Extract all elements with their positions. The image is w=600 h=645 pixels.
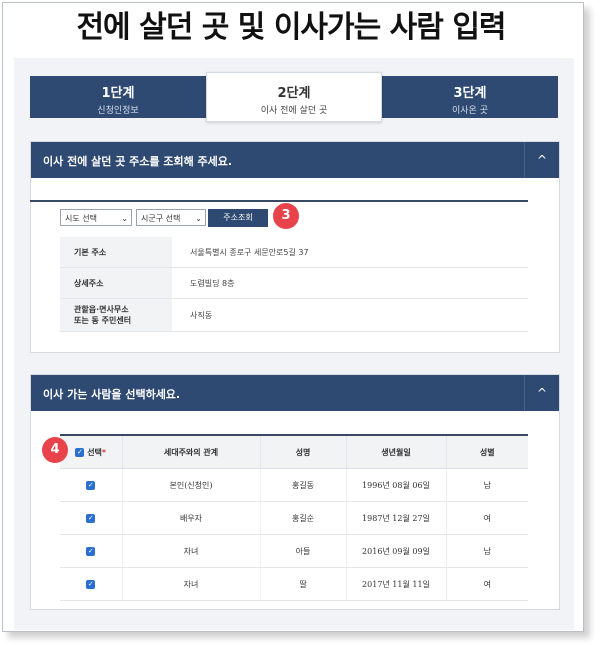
sigungu-select[interactable]: 시군구 선택 ⌄ xyxy=(136,209,206,226)
relation-cell: 배우자 xyxy=(122,501,261,535)
gender-cell: 여 xyxy=(446,567,528,601)
address-row-basic: 기본 주소 서울특별시 종로구 세문안로5길 37 xyxy=(60,237,528,268)
step-1-label: 신청인정보 xyxy=(97,106,139,116)
address-value: 사직동 xyxy=(190,310,213,320)
select-all-checkbox[interactable]: ✓ xyxy=(75,447,85,457)
table-row: ✓ 자녀 딸 2017년 11월 11일 여 xyxy=(60,567,528,601)
address-value: 도렴빌딩 8층 xyxy=(190,278,235,288)
people-table: ✓ 선택* 세대주와의 관계 성명 생년월일 성별 ✓ 본인(신청인) 홍길동 … xyxy=(60,434,528,601)
name-cell: 홍길동 xyxy=(260,468,347,502)
chevron-down-icon: ⌄ xyxy=(195,214,202,223)
gender-header: 성별 xyxy=(446,434,528,469)
sido-select-value: 시도 선택 xyxy=(65,214,97,223)
name-header: 성명 xyxy=(260,434,347,469)
name-cell: 홍길순 xyxy=(260,501,347,535)
address-row-detail: 상세주소 도렴빌딩 8층 xyxy=(60,268,528,299)
gender-cell: 남 xyxy=(446,534,528,568)
gender-cell: 남 xyxy=(446,468,528,502)
address-section-title: 이사 전에 살던 곳 주소를 조회해 주세요. xyxy=(43,155,233,168)
address-search-button[interactable]: 주소조회 xyxy=(208,209,268,227)
birth-cell: 1987년 12월 27일 xyxy=(346,501,447,535)
step-1-tab[interactable]: 1단계 신청인정보 xyxy=(30,76,206,118)
address-value: 서울특별시 종로구 세문안로5길 37 xyxy=(190,247,309,257)
table-row: ✓ 배우자 홍길순 1987년 12월 27일 여 xyxy=(60,501,528,535)
address-row-office: 관할읍·면사무소 또는 동 주민센터 사직동 xyxy=(60,299,528,332)
chevron-down-icon: ⌄ xyxy=(121,214,128,223)
collapse-chevron-icon[interactable]: ^ xyxy=(524,375,559,411)
birth-cell: 2017년 11월 11일 xyxy=(346,567,447,601)
row-checkbox[interactable]: ✓ xyxy=(86,480,96,490)
address-key-line2: 또는 동 주민센터 xyxy=(74,316,132,325)
step-2-number: 2단계 xyxy=(277,86,311,101)
name-cell: 아들 xyxy=(260,534,347,568)
relation-header: 세대주와의 관계 xyxy=(122,434,261,469)
step-indicator: 1단계 신청인정보 3단계 이사온 곳 2단계 이사 전에 살던 곳 xyxy=(30,72,558,122)
step-2-label: 이사 전에 살던 곳 xyxy=(260,106,328,116)
step-badge-3: 3 xyxy=(273,203,299,229)
required-mark: * xyxy=(101,447,107,457)
sido-select[interactable]: 시도 선택 ⌄ xyxy=(60,209,132,226)
relation-cell: 본인(신청인) xyxy=(122,468,261,502)
search-divider xyxy=(30,200,528,202)
sigungu-select-value: 시군구 선택 xyxy=(141,214,181,223)
row-checkbox[interactable]: ✓ xyxy=(86,546,96,556)
row-checkbox[interactable]: ✓ xyxy=(86,513,96,523)
address-section-header: 이사 전에 살던 곳 주소를 조회해 주세요. ^ xyxy=(31,142,559,178)
select-all-header[interactable]: ✓ 선택* xyxy=(60,434,123,469)
people-section-title: 이사 가는 사람을 선택하세요. xyxy=(43,388,181,401)
address-key-line1: 관할읍·면사무소 xyxy=(74,305,129,314)
collapse-chevron-icon[interactable]: ^ xyxy=(524,142,559,178)
address-key: 상세주소 xyxy=(60,268,172,298)
select-header-label: 선택 xyxy=(87,447,102,457)
birth-cell: 2016년 09월 09일 xyxy=(346,534,447,568)
birth-cell: 1996년 08월 06일 xyxy=(346,468,447,502)
step-2-tab[interactable]: 2단계 이사 전에 살던 곳 xyxy=(206,72,382,122)
address-table: 기본 주소 서울특별시 종로구 세문안로5길 37 상세주소 도렴빌딩 8층 관… xyxy=(60,237,528,332)
step-3-tab[interactable]: 3단계 이사온 곳 xyxy=(382,76,558,118)
people-section-header: 이사 가는 사람을 선택하세요. ^ xyxy=(31,375,559,411)
table-header-row: ✓ 선택* 세대주와의 관계 성명 생년월일 성별 xyxy=(60,434,528,469)
gender-cell: 여 xyxy=(446,501,528,535)
row-checkbox[interactable]: ✓ xyxy=(86,579,96,589)
step-3-number: 3단계 xyxy=(453,86,487,101)
name-cell: 딸 xyxy=(260,567,347,601)
table-row: ✓ 본인(신청인) 홍길동 1996년 08월 06일 남 xyxy=(60,468,528,502)
relation-cell: 자녀 xyxy=(122,534,261,568)
page-title: 전에 살던 곳 및 이사가는 사람 입력 xyxy=(76,10,506,45)
address-key: 관할읍·면사무소 또는 동 주민센터 xyxy=(60,299,172,331)
birth-header: 생년월일 xyxy=(346,434,447,469)
table-row: ✓ 자녀 아들 2016년 09월 09일 남 xyxy=(60,534,528,568)
address-key: 기본 주소 xyxy=(60,237,172,267)
step-3-label: 이사온 곳 xyxy=(452,106,488,116)
step-1-number: 1단계 xyxy=(101,86,135,101)
step-badge-4: 4 xyxy=(42,437,68,463)
relation-cell: 자녀 xyxy=(122,567,261,601)
